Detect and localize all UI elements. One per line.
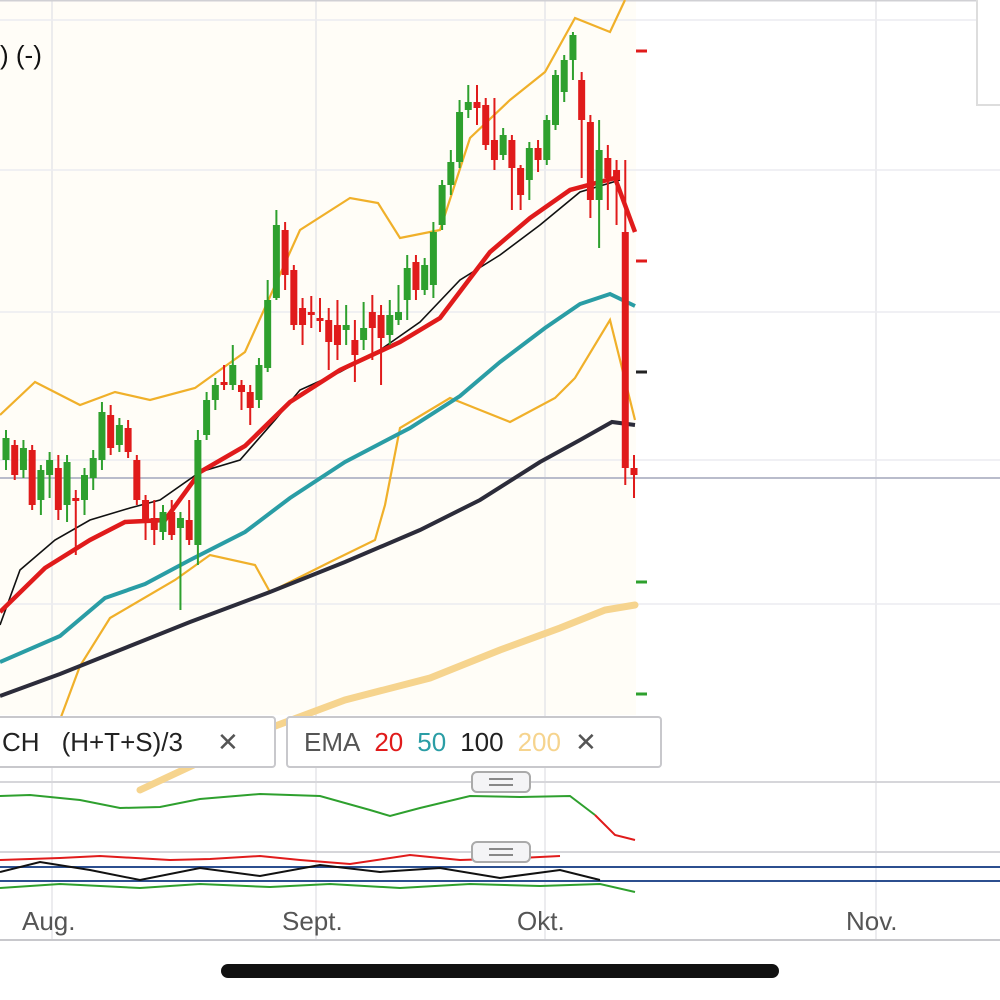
candle-body (552, 75, 559, 125)
candle-body (238, 385, 245, 392)
ema-label: EMA (304, 727, 360, 758)
candle-body (55, 468, 62, 510)
candle-body (116, 425, 123, 445)
candle-body (421, 265, 428, 290)
candle-body (613, 170, 620, 180)
candle-body (203, 400, 210, 435)
candle-body (177, 518, 184, 528)
x-tick-label: Okt. (517, 906, 565, 937)
candle-body (587, 122, 594, 200)
x-tick-label: Nov. (846, 906, 898, 937)
candle-body (386, 315, 393, 335)
candle-body (561, 60, 568, 92)
candle-body (378, 315, 385, 338)
candle-body (186, 520, 193, 540)
corner-panel (976, 0, 1000, 106)
candle-body (290, 270, 297, 325)
oscillator1-red (595, 815, 635, 840)
candle-body (325, 320, 332, 342)
oscillator1-green (0, 794, 595, 816)
candle-body (255, 365, 262, 400)
ema-period-100: 100 (460, 727, 503, 758)
ema-period-50: 50 (417, 727, 446, 758)
candle-body (229, 365, 236, 385)
candle-body (343, 325, 350, 330)
price-markers (636, 51, 647, 694)
x-tick-label: Sept. (282, 906, 343, 937)
oscillator2-black (0, 862, 600, 880)
panel-resize-handle-2[interactable] (471, 841, 531, 863)
candle-body (20, 448, 27, 470)
candle-body (334, 325, 341, 345)
candle-body (107, 415, 114, 448)
candle-body (90, 458, 97, 478)
candle-body (526, 148, 533, 180)
panel-resize-handle-1[interactable] (471, 771, 531, 793)
candle-body (412, 262, 419, 290)
candle-body (221, 382, 228, 385)
remove-bollinger-icon[interactable]: ✕ (217, 727, 239, 758)
candle-body (622, 232, 629, 468)
candle-body (133, 460, 140, 500)
candle-body (508, 140, 515, 168)
bollinger-label: CH (2, 727, 40, 758)
candle-body (517, 168, 524, 195)
candle-body (447, 162, 454, 185)
candle-body (465, 102, 472, 110)
candle-body (439, 185, 446, 225)
candle-body (604, 158, 611, 178)
candle-body (160, 512, 167, 532)
candle-body (631, 468, 638, 475)
candle-body (273, 225, 280, 298)
bollinger-param: (H+T+S)/3 (62, 727, 183, 758)
candle-body (317, 318, 324, 321)
candle-body (72, 498, 79, 501)
candle-body (535, 148, 542, 160)
candle-body (37, 470, 44, 500)
candle-body (395, 312, 402, 320)
candle-body (404, 268, 411, 300)
ema-legend-chip[interactable]: EMA 20 50 100 200 ✕ (286, 716, 662, 768)
candle-body (194, 440, 201, 545)
candle-body (456, 112, 463, 162)
candle-body (543, 120, 550, 160)
ema-period-20: 20 (374, 727, 403, 758)
candle-body (142, 500, 149, 520)
candle-body (81, 475, 88, 500)
candle-body (596, 150, 603, 200)
candle-body (474, 102, 481, 108)
candle-body (430, 232, 437, 285)
x-tick-label: Aug. (22, 906, 76, 937)
candle-body (578, 80, 585, 120)
candle-body (64, 462, 71, 505)
candle-body (168, 512, 175, 535)
candle-body (125, 428, 132, 452)
candle-body (369, 312, 376, 328)
candle-body (360, 328, 367, 340)
candle-body (482, 105, 489, 145)
oscillator2-green (0, 884, 635, 892)
candle-body (46, 460, 53, 475)
candle-body (299, 308, 306, 325)
chart-title-fragment: ) (-) (0, 40, 42, 71)
candle-body (351, 340, 358, 355)
candle-body (491, 140, 498, 160)
candle-body (212, 385, 219, 400)
candle-body (151, 518, 158, 530)
ema-period-200: 200 (518, 727, 561, 758)
candle-body (247, 392, 254, 408)
candle-body (500, 135, 507, 155)
candle-body (29, 450, 36, 505)
candle-body (11, 445, 18, 475)
candle-body (3, 438, 10, 460)
candle-body (282, 230, 289, 275)
candle-body (264, 300, 271, 368)
candle-body (569, 35, 576, 60)
candle-body (98, 412, 105, 460)
remove-ema-icon[interactable]: ✕ (575, 727, 597, 758)
bollinger-legend-chip[interactable]: CH (H+T+S)/3 ✕ (0, 716, 276, 768)
home-indicator[interactable] (221, 964, 779, 978)
candle-body (308, 312, 315, 315)
